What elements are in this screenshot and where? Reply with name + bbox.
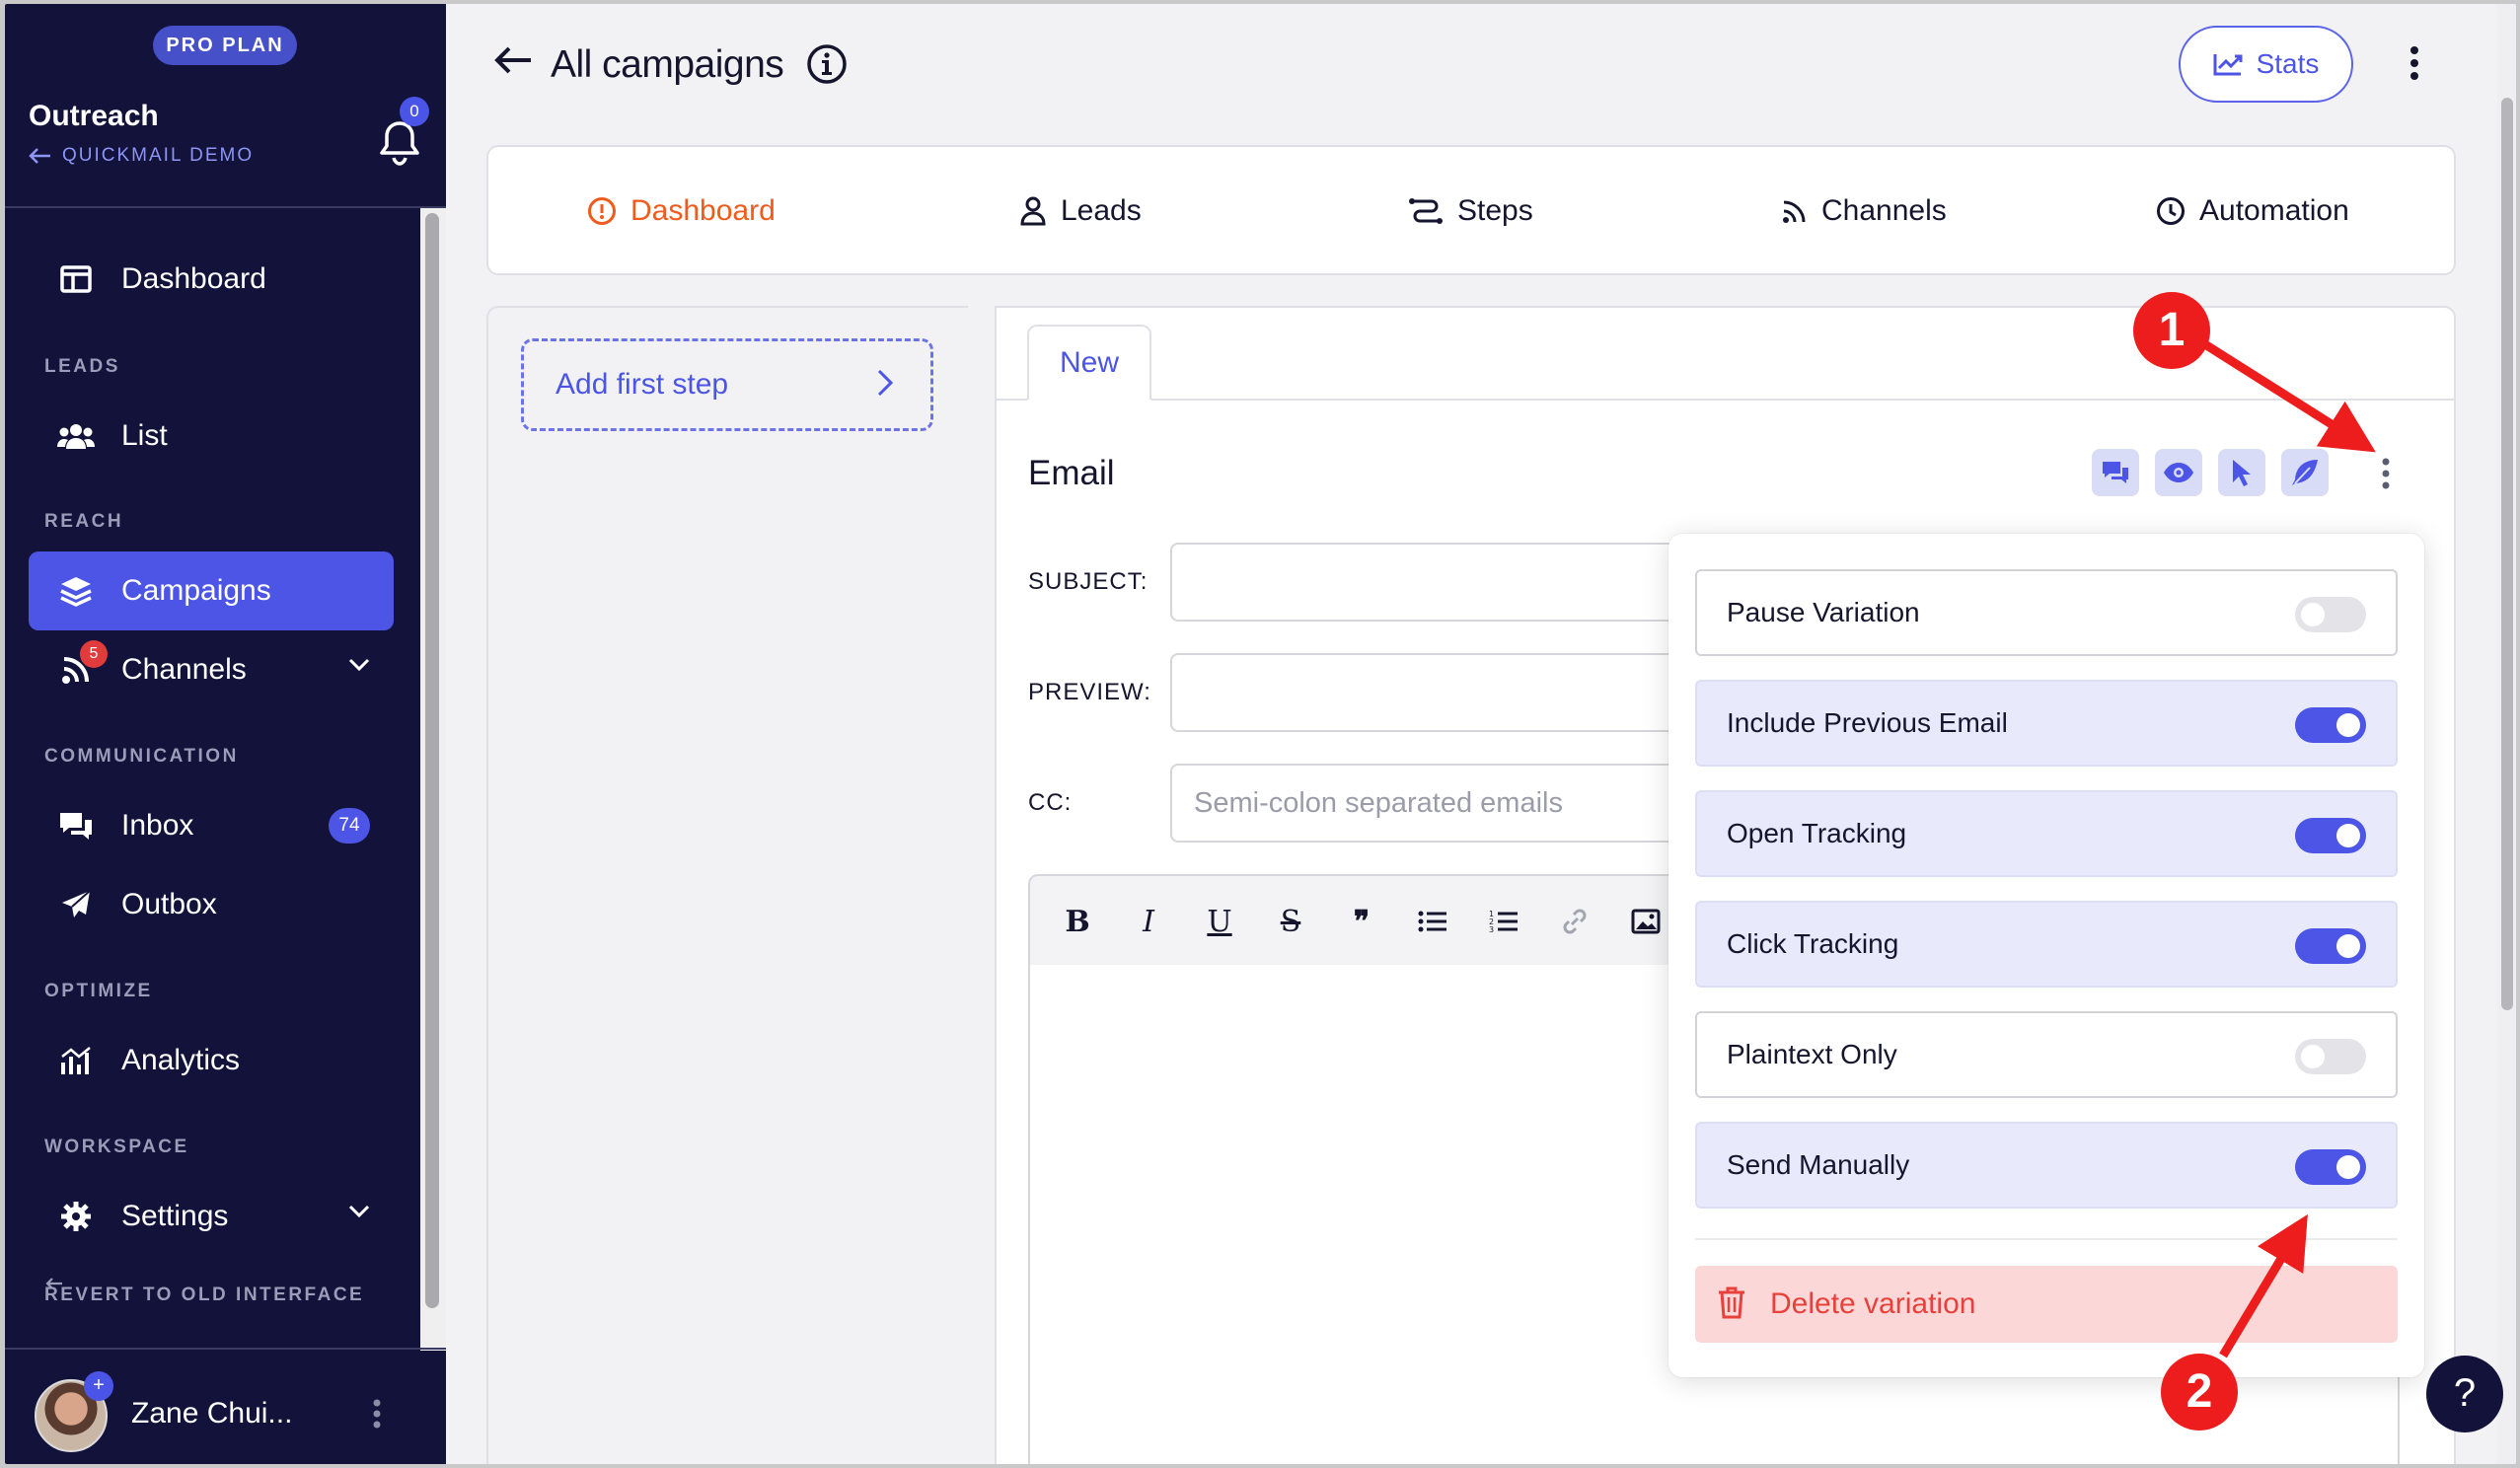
annotation-marker-2: 2 [2161,1354,2238,1431]
annotation-arrows [2197,337,2376,1358]
app-window: PRO PLAN Outreach QUICKMAIL DEMO 0 Dashb… [5,4,2516,1464]
help-button[interactable]: ? [2426,1356,2503,1432]
annotation-marker-1: 1 [2133,292,2210,369]
annotation-arrow-1 [2197,337,2376,453]
page-scrollbar[interactable] [2501,98,2513,1010]
annotation-arrow-2 [2219,1213,2308,1358]
